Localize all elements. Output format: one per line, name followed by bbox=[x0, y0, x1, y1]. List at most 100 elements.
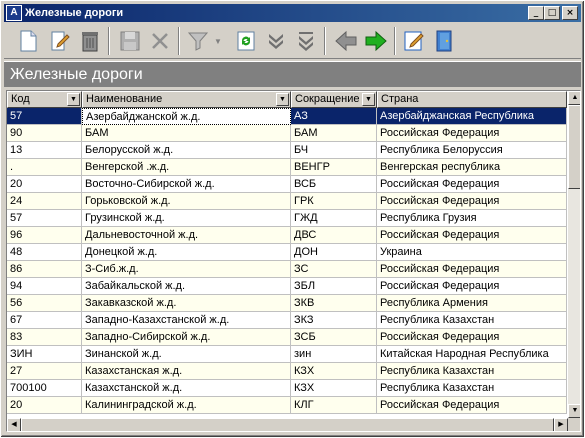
table-row[interactable]: 13 Белорусской ж.д. БЧ Республика Белорусси… bbox=[7, 142, 567, 159]
table-row[interactable]: 94 Забайкальской ж.д. ЗБЛ Российская Федера… bbox=[7, 278, 567, 295]
name-cell[interactable]: Восточно-Сибирской ж.д. bbox=[82, 176, 291, 193]
scroll-thumb[interactable] bbox=[568, 105, 580, 189]
scroll-right-icon[interactable]: ▶ bbox=[554, 418, 568, 431]
name-cell[interactable]: Западно-Казахстанской ж.д. bbox=[82, 312, 291, 329]
table-row[interactable]: 700100 Казахстанской ж.д. КЗХ Республика Ка… bbox=[7, 380, 567, 397]
code-cell[interactable]: 20 bbox=[7, 397, 82, 414]
code-cell[interactable]: 96 bbox=[7, 227, 82, 244]
country-cell[interactable]: Республика Грузия bbox=[377, 210, 567, 227]
code-cell[interactable]: 27 bbox=[7, 363, 82, 380]
code-cell[interactable]: 83 bbox=[7, 329, 82, 346]
code-cell[interactable]: 56 bbox=[7, 295, 82, 312]
code-cell[interactable]: ЗИН bbox=[7, 346, 82, 363]
code-cell[interactable]: 48 bbox=[7, 244, 82, 261]
name-cell[interactable]: Калининградской ж.д. bbox=[82, 397, 291, 414]
country-cell[interactable]: Российская Федерация bbox=[377, 176, 567, 193]
country-cell[interactable]: Российская Федерация bbox=[377, 261, 567, 278]
abbreviation-cell[interactable]: КЗХ bbox=[291, 363, 377, 380]
name-cell[interactable]: З-Сиб.ж.д. bbox=[82, 261, 291, 278]
save-icon[interactable] bbox=[116, 27, 144, 55]
code-cell[interactable]: 20 bbox=[7, 176, 82, 193]
abbreviation-cell[interactable]: КЗХ bbox=[291, 380, 377, 397]
table-row[interactable]: 56 Закавказской ж.д. ЗКВ Республика Армения bbox=[7, 295, 567, 312]
abbreviation-cell[interactable]: ЗСБ bbox=[291, 329, 377, 346]
country-cell[interactable]: Российская Федерация bbox=[377, 193, 567, 210]
abbreviation-cell[interactable]: ГРК bbox=[291, 193, 377, 210]
scroll-thumb[interactable] bbox=[21, 418, 554, 431]
abbreviation-cell[interactable]: ЗКЗ bbox=[291, 312, 377, 329]
table-row[interactable]: 90 БАМ БАМ Российская Федерация bbox=[7, 125, 567, 142]
country-cell[interactable]: Российская Федерация bbox=[377, 397, 567, 414]
title-bar[interactable]: A Железные дороги _ □ × bbox=[4, 4, 581, 22]
table-row[interactable]: 27 Казахстанская ж.д. КЗХ Республика Казахс… bbox=[7, 363, 567, 380]
abbreviation-cell[interactable]: АЗ bbox=[291, 108, 377, 125]
country-cell[interactable]: Российская Федерация bbox=[377, 278, 567, 295]
country-cell[interactable]: Венгерская республика bbox=[377, 159, 567, 176]
table-row[interactable]: 57 Грузинской ж.д. ГЖД Республика Грузия bbox=[7, 210, 567, 227]
table-row[interactable]: 20 Восточно-Сибирской ж.д. ВСБ Российская Ф… bbox=[7, 176, 567, 193]
close-button[interactable]: × bbox=[562, 6, 578, 20]
new-doc-icon[interactable] bbox=[14, 27, 42, 55]
code-cell[interactable]: 90 bbox=[7, 125, 82, 142]
name-cell[interactable]: Дальневосточной ж.д. bbox=[82, 227, 291, 244]
code-cell[interactable]: 24 bbox=[7, 193, 82, 210]
code-cell[interactable]: . bbox=[7, 159, 82, 176]
table-row[interactable]: ЗИН Зинанской ж.д. зин Китайская Народная Р… bbox=[7, 346, 567, 363]
column-header-country[interactable]: Страна bbox=[377, 91, 567, 108]
filter-icon[interactable] bbox=[184, 27, 212, 55]
abbreviation-cell[interactable]: ВСБ bbox=[291, 176, 377, 193]
abbreviation-cell[interactable]: ЗБЛ bbox=[291, 278, 377, 295]
abbreviation-cell[interactable]: ВЕНГР bbox=[291, 159, 377, 176]
name-cell[interactable]: БАМ bbox=[82, 125, 291, 142]
country-cell[interactable]: Российская Федерация bbox=[377, 227, 567, 244]
scroll-down-icon[interactable]: ▼ bbox=[568, 404, 580, 418]
country-cell[interactable]: Украина bbox=[377, 244, 567, 261]
maximize-button[interactable]: □ bbox=[544, 6, 560, 20]
code-cell[interactable]: 86 bbox=[7, 261, 82, 278]
table-row[interactable]: . Венгерской .ж.д. ВЕНГР Венгерская республ… bbox=[7, 159, 567, 176]
scroll-up-icon[interactable]: ▲ bbox=[568, 91, 580, 105]
refresh-icon[interactable] bbox=[232, 27, 260, 55]
name-cell[interactable]: Горьковской ж.д. bbox=[82, 193, 291, 210]
edit-form-icon[interactable] bbox=[400, 27, 428, 55]
name-cell[interactable]: Казахстанской ж.д. bbox=[82, 380, 291, 397]
forward-arrow-icon[interactable] bbox=[362, 27, 390, 55]
country-cell[interactable]: Республика Казахстан bbox=[377, 380, 567, 397]
abbreviation-cell[interactable]: БЧ bbox=[291, 142, 377, 159]
name-cell[interactable]: Грузинской ж.д. bbox=[82, 210, 291, 227]
name-cell[interactable]: Белорусской ж.д. bbox=[82, 142, 291, 159]
table-row[interactable]: 24 Горьковской ж.д. ГРК Российская Федераци… bbox=[7, 193, 567, 210]
column-header-abbreviation[interactable]: Сокращение ▼ bbox=[291, 91, 377, 108]
name-cell[interactable]: Западно-Сибирской ж.д. bbox=[82, 329, 291, 346]
chevron-down-icon[interactable]: ▼ bbox=[67, 93, 80, 106]
vertical-scrollbar[interactable]: ▲ ▼ bbox=[568, 91, 580, 418]
country-cell[interactable]: Республика Казахстан bbox=[377, 363, 567, 380]
code-cell[interactable]: 57 bbox=[7, 108, 82, 125]
name-cell[interactable]: Закавказской ж.д. bbox=[82, 295, 291, 312]
table-row[interactable]: 20 Калининградской ж.д. КЛГ Российская Феде… bbox=[7, 397, 567, 414]
code-cell[interactable]: 67 bbox=[7, 312, 82, 329]
abbreviation-cell[interactable]: БАМ bbox=[291, 125, 377, 142]
collapse-down-icon[interactable] bbox=[292, 27, 320, 55]
cancel-icon[interactable] bbox=[146, 27, 174, 55]
table-row[interactable]: 86 З-Сиб.ж.д. ЗС Российская Федерация bbox=[7, 261, 567, 278]
abbreviation-cell[interactable]: ГЖД bbox=[291, 210, 377, 227]
minimize-button[interactable]: _ bbox=[528, 6, 544, 20]
country-cell[interactable]: Республика Белоруссия bbox=[377, 142, 567, 159]
table-row[interactable]: 57 Азербайджанской ж.д. АЗ Азербайджанская … bbox=[7, 108, 567, 125]
country-cell[interactable]: Китайская Народная Республика bbox=[377, 346, 567, 363]
expand-down-icon[interactable] bbox=[262, 27, 290, 55]
country-cell[interactable]: Республика Казахстан bbox=[377, 312, 567, 329]
name-cell[interactable]: Венгерской .ж.д. bbox=[82, 159, 291, 176]
table-row[interactable]: 96 Дальневосточной ж.д. ДВС Российская Феде… bbox=[7, 227, 567, 244]
code-cell[interactable]: 13 bbox=[7, 142, 82, 159]
abbreviation-cell[interactable]: ДОН bbox=[291, 244, 377, 261]
data-grid[interactable]: Код ▼ Наименование ▼ Сокращение ▼ Страна… bbox=[6, 90, 581, 432]
delete-icon[interactable] bbox=[76, 27, 104, 55]
back-arrow-icon[interactable] bbox=[332, 27, 360, 55]
chevron-down-icon[interactable]: ▼ bbox=[276, 93, 289, 106]
exit-door-icon[interactable] bbox=[430, 27, 458, 55]
edit-icon[interactable] bbox=[46, 27, 74, 55]
abbreviation-cell[interactable]: КЛГ bbox=[291, 397, 377, 414]
horizontal-scrollbar[interactable]: ◀ ▶ bbox=[7, 418, 568, 431]
